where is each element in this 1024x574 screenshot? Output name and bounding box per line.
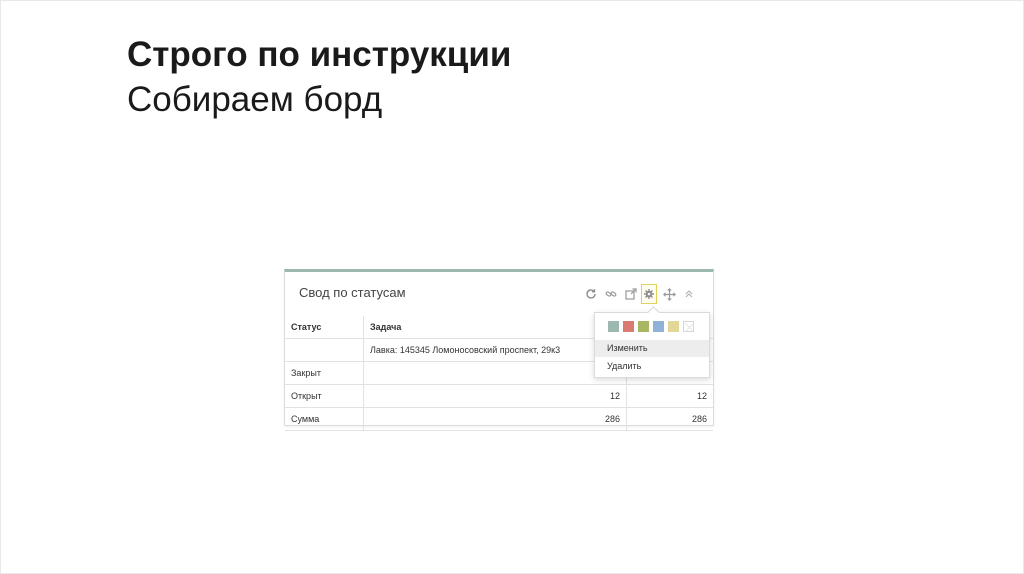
color-swatch[interactable] (638, 321, 649, 332)
collapse-icon[interactable] (681, 284, 697, 304)
color-swatch[interactable] (653, 321, 664, 332)
row-status: Открыт (285, 384, 364, 408)
menu-item-edit[interactable]: Изменить (595, 340, 709, 357)
gear-icon[interactable] (641, 284, 657, 304)
external-link-icon[interactable] (623, 284, 639, 304)
link-icon[interactable] (603, 284, 619, 304)
no-color-swatch[interactable] (683, 321, 695, 333)
settings-dropdown: Изменить Удалить (594, 306, 710, 378)
widget-title: Свод по статусам (299, 285, 406, 300)
menu-item-delete[interactable]: Удалить (595, 358, 709, 375)
row-status: Сумма (285, 407, 364, 431)
row-value (363, 361, 627, 385)
color-swatch[interactable] (668, 321, 679, 332)
color-swatch[interactable] (608, 321, 619, 332)
move-icon[interactable] (661, 284, 677, 304)
row-value: 12 (363, 384, 627, 408)
widget-toolbar (583, 284, 695, 304)
table-cell (285, 338, 364, 362)
row-total: 12 (626, 384, 713, 408)
row-value: 286 (363, 407, 627, 431)
column-header-status: Статус (285, 316, 364, 339)
slide-subtitle: Собираем борд (127, 80, 383, 119)
refresh-icon[interactable] (583, 284, 599, 304)
color-swatch[interactable] (623, 321, 634, 332)
row-status: Закрыт (285, 361, 364, 385)
slide-title: Строго по инструкции (127, 35, 512, 74)
table-row: Открыт 12 12 (285, 384, 713, 408)
row-total: 286 (626, 407, 713, 431)
table-row-sum: Сумма 286 286 (285, 407, 713, 431)
